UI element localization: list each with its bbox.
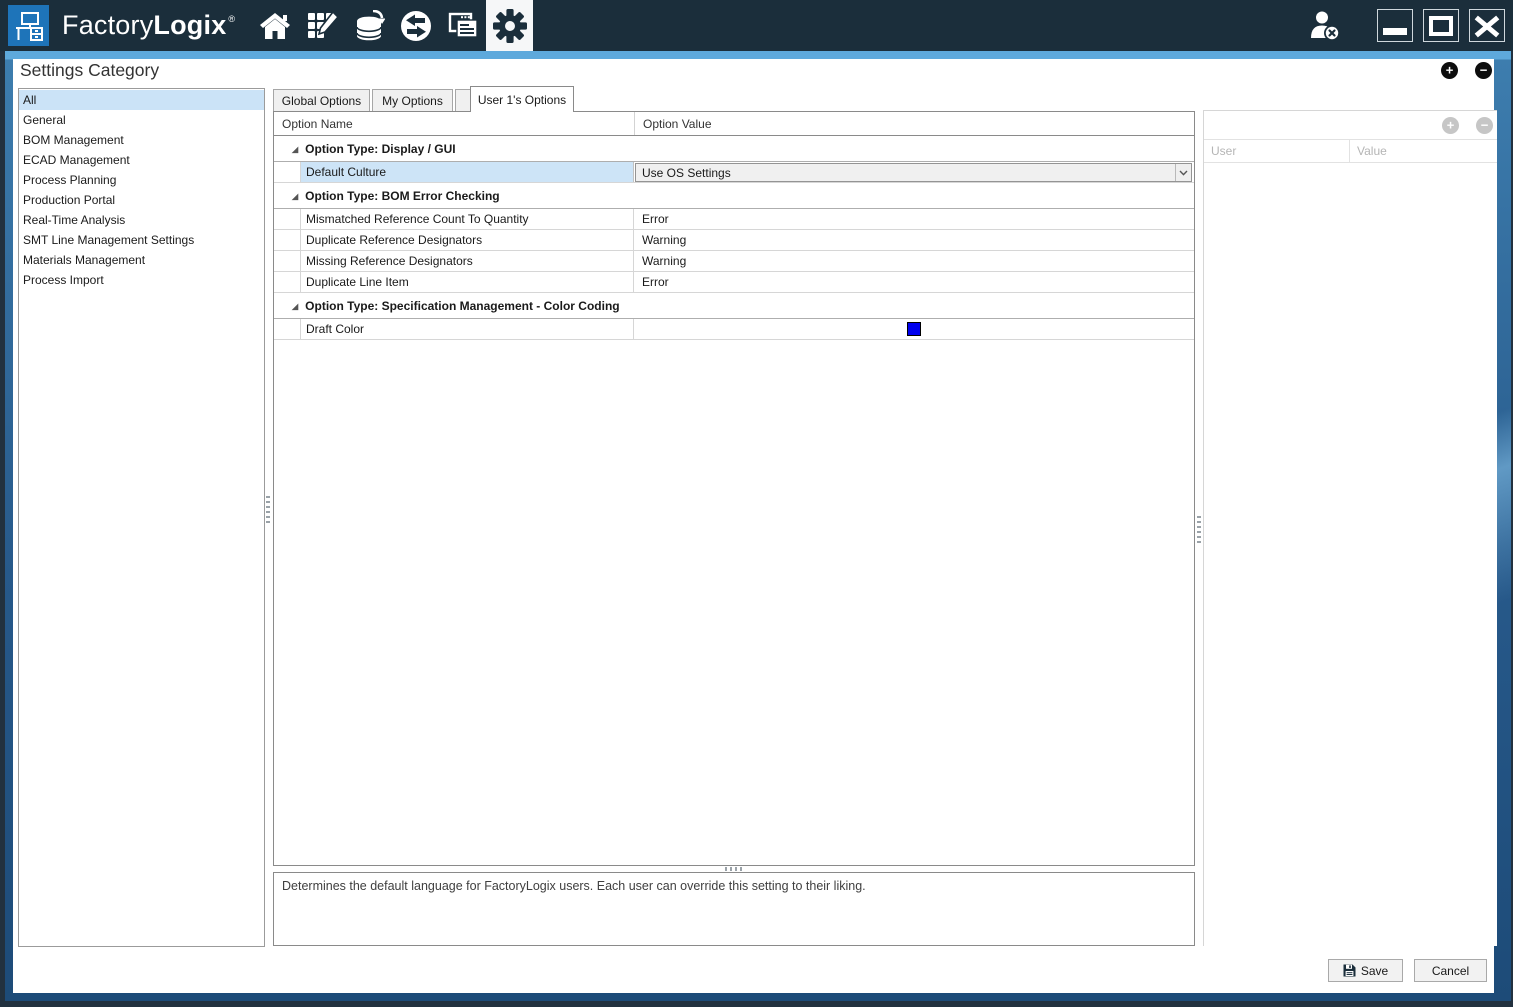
option-value-cell bbox=[634, 319, 1194, 339]
row-duplicate-line-item[interactable]: Duplicate Line Item Error bbox=[274, 272, 1194, 293]
group-label: Option Type: Specification Management - … bbox=[305, 299, 619, 313]
sidebar-splitter[interactable] bbox=[266, 496, 270, 526]
close-button[interactable] bbox=[1469, 9, 1505, 42]
add-category-button[interactable]: + bbox=[1441, 62, 1458, 79]
main-nav bbox=[251, 0, 533, 51]
chevron-down-icon[interactable] bbox=[1175, 164, 1191, 181]
save-floppy-icon bbox=[1343, 964, 1356, 977]
window-controls bbox=[1377, 9, 1505, 42]
row-mismatched-reference-count[interactable]: Mismatched Reference Count To Quantity E… bbox=[274, 209, 1194, 230]
option-value-cell: Use OS Settings bbox=[634, 162, 1194, 182]
remove-category-button[interactable]: − bbox=[1475, 62, 1492, 79]
combobox-value: Use OS Settings bbox=[636, 166, 1175, 180]
column-header-user[interactable]: User bbox=[1204, 140, 1349, 162]
option-value-cell[interactable]: Error bbox=[634, 272, 1194, 292]
settings-window: Settings Category + − All General BOM Ma… bbox=[13, 59, 1494, 993]
bom-editor-icon[interactable] bbox=[298, 0, 345, 51]
tab-my-options[interactable]: My Options bbox=[372, 89, 453, 112]
option-name-cell[interactable]: Duplicate Line Item bbox=[301, 272, 634, 292]
row-gutter bbox=[274, 272, 301, 292]
sidebar-item-production-portal[interactable]: Production Portal bbox=[19, 190, 264, 210]
row-draft-color[interactable]: Draft Color bbox=[274, 319, 1194, 340]
app-title: FactoryLogix® bbox=[62, 10, 235, 41]
column-header-option-value[interactable]: Option Value bbox=[634, 112, 1194, 135]
option-name-cell[interactable]: Draft Color bbox=[301, 319, 634, 339]
tab-spacer bbox=[455, 89, 471, 112]
save-button-label: Save bbox=[1361, 964, 1388, 978]
tab-user1-options[interactable]: User 1's Options bbox=[470, 86, 574, 112]
settings-gear-icon[interactable] bbox=[486, 0, 533, 51]
home-icon[interactable] bbox=[251, 0, 298, 51]
sidebar-item-process-import[interactable]: Process Import bbox=[19, 270, 264, 290]
right-panel-splitter[interactable] bbox=[1197, 516, 1201, 546]
option-name-cell[interactable]: Default Culture bbox=[301, 162, 634, 182]
save-button[interactable]: Save bbox=[1328, 959, 1403, 982]
sidebar-item-materials-management[interactable]: Materials Management bbox=[19, 250, 264, 270]
row-duplicate-reference-designators[interactable]: Duplicate Reference Designators Warning bbox=[274, 230, 1194, 251]
row-gutter bbox=[274, 230, 301, 250]
default-culture-combobox[interactable]: Use OS Settings bbox=[635, 163, 1192, 182]
documents-icon[interactable] bbox=[439, 0, 486, 51]
sidebar-item-bom-management[interactable]: BOM Management bbox=[19, 130, 264, 150]
row-gutter bbox=[274, 319, 301, 339]
add-user-override-button[interactable]: + bbox=[1442, 117, 1459, 134]
option-name-cell[interactable]: Mismatched Reference Count To Quantity bbox=[301, 209, 634, 229]
column-header-value[interactable]: Value bbox=[1349, 140, 1497, 162]
sidebar-item-general[interactable]: General bbox=[19, 110, 264, 130]
data-import-icon[interactable] bbox=[345, 0, 392, 51]
sidebar-item-all[interactable]: All bbox=[19, 90, 264, 110]
sidebar-item-process-planning[interactable]: Process Planning bbox=[19, 170, 264, 190]
cancel-button[interactable]: Cancel bbox=[1414, 959, 1487, 982]
collapse-expander-icon[interactable]: ◢ bbox=[292, 192, 298, 201]
option-value-cell[interactable]: Warning bbox=[634, 230, 1194, 250]
tab-global-options[interactable]: Global Options bbox=[273, 89, 370, 112]
sidebar-item-smt-line-management[interactable]: SMT Line Management Settings bbox=[19, 230, 264, 250]
cancel-button-label: Cancel bbox=[1432, 964, 1469, 978]
user-overrides-header: User Value bbox=[1204, 139, 1497, 163]
row-gutter bbox=[274, 162, 301, 182]
row-missing-reference-designators[interactable]: Missing Reference Designators Warning bbox=[274, 251, 1194, 272]
option-value-cell[interactable]: Error bbox=[634, 209, 1194, 229]
column-header-option-name[interactable]: Option Name bbox=[274, 112, 634, 135]
description-splitter[interactable] bbox=[725, 867, 745, 871]
collapse-expander-icon[interactable]: ◢ bbox=[292, 302, 298, 311]
remove-user-override-button[interactable]: − bbox=[1476, 117, 1493, 134]
options-grid: Option Name Option Value ◢ Option Type: … bbox=[273, 111, 1195, 866]
draft-color-swatch[interactable] bbox=[907, 322, 921, 336]
user-overrides-panel: + − User Value bbox=[1203, 110, 1497, 946]
titlebar-right bbox=[1303, 0, 1513, 51]
settings-category-list: All General BOM Management ECAD Manageme… bbox=[18, 88, 265, 947]
sidebar-item-real-time-analysis[interactable]: Real-Time Analysis bbox=[19, 210, 264, 230]
options-grid-header: Option Name Option Value bbox=[274, 112, 1194, 136]
sidebar-item-ecad-management[interactable]: ECAD Management bbox=[19, 150, 264, 170]
transfer-icon[interactable] bbox=[392, 0, 439, 51]
maximize-button[interactable] bbox=[1423, 9, 1459, 42]
row-gutter bbox=[274, 209, 301, 229]
row-default-culture[interactable]: Default Culture Use OS Settings bbox=[274, 162, 1194, 183]
row-gutter bbox=[274, 251, 301, 271]
page-title: Settings Category bbox=[20, 60, 159, 81]
group-label: Option Type: Display / GUI bbox=[305, 142, 455, 156]
factorylogix-logo-icon bbox=[8, 5, 49, 46]
titlebar: FactoryLogix® bbox=[0, 0, 1513, 51]
minimize-button[interactable] bbox=[1377, 9, 1413, 42]
option-name-cell[interactable]: Missing Reference Designators bbox=[301, 251, 634, 271]
group-display-gui[interactable]: ◢ Option Type: Display / GUI bbox=[274, 136, 1194, 162]
collapse-expander-icon[interactable]: ◢ bbox=[292, 145, 298, 154]
group-label: Option Type: BOM Error Checking bbox=[305, 189, 499, 203]
option-value-cell[interactable]: Warning bbox=[634, 251, 1194, 271]
group-bom-error-checking[interactable]: ◢ Option Type: BOM Error Checking bbox=[274, 183, 1194, 209]
group-specification-color-coding[interactable]: ◢ Option Type: Specification Management … bbox=[274, 293, 1194, 319]
option-description-box: Determines the default language for Fact… bbox=[273, 872, 1195, 946]
logout-user-icon[interactable] bbox=[1303, 4, 1347, 48]
option-name-cell[interactable]: Duplicate Reference Designators bbox=[301, 230, 634, 250]
